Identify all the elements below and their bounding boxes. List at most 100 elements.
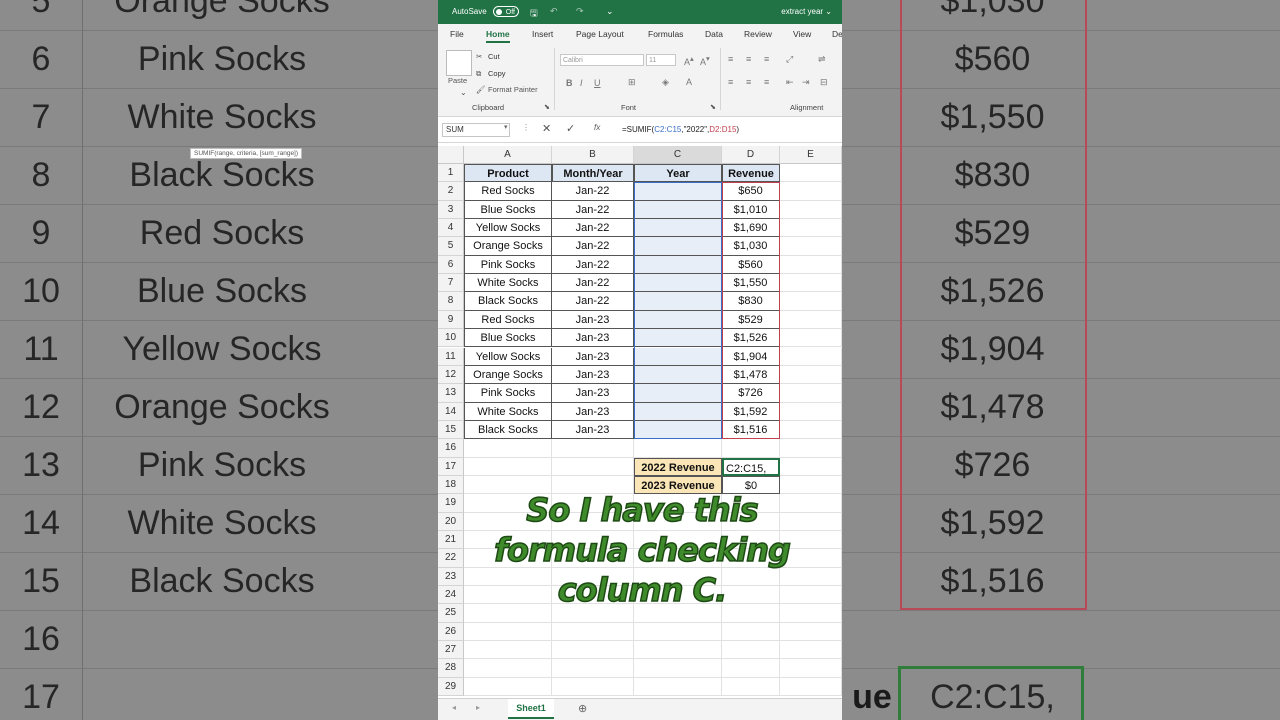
row-header[interactable]: 28: [438, 659, 464, 678]
redo-icon[interactable]: ↷: [576, 6, 584, 17]
month-year-cell[interactable]: Jan-23: [552, 310, 634, 330]
align-top-icon[interactable]: ≡: [728, 54, 733, 64]
clipboard-launcher-icon[interactable]: ⬊: [544, 103, 550, 111]
product-cell[interactable]: Pink Socks: [464, 384, 552, 403]
save-icon[interactable]: 🖫: [530, 6, 538, 22]
product-cell[interactable]: Red Socks: [464, 310, 552, 330]
row-header[interactable]: 14: [438, 402, 464, 421]
row-header[interactable]: 19: [438, 494, 464, 513]
grid-cell[interactable]: [780, 237, 842, 256]
grid-cell[interactable]: [780, 439, 842, 458]
row-header[interactable]: 26: [438, 622, 464, 642]
tab-home[interactable]: Home: [486, 29, 510, 43]
month-year-cell[interactable]: Jan-22: [552, 237, 634, 256]
product-cell[interactable]: Yellow Socks: [464, 347, 552, 366]
year-cell[interactable]: [634, 384, 722, 403]
month-year-cell[interactable]: Jan-23: [552, 384, 634, 403]
row-header[interactable]: 24: [438, 586, 464, 605]
row-header[interactable]: 29: [438, 677, 464, 697]
row-header[interactable]: 20: [438, 512, 464, 531]
revenue-cell[interactable]: $726: [722, 384, 780, 403]
month-year-cell[interactable]: Jan-22: [552, 292, 634, 311]
copy-icon[interactable]: ⧉: [476, 69, 481, 79]
year-cell[interactable]: [634, 347, 722, 366]
font-color-icon[interactable]: A: [686, 77, 692, 87]
format-painter-icon[interactable]: 🖌: [476, 85, 486, 94]
row-header[interactable]: 17: [438, 457, 464, 476]
grid-cell[interactable]: [634, 659, 722, 678]
month-year-cell[interactable]: Jan-23: [552, 329, 634, 348]
row-header[interactable]: 21: [438, 531, 464, 550]
row-header[interactable]: 13: [438, 384, 464, 403]
sheet-tab-sheet1[interactable]: Sheet1: [508, 699, 554, 719]
revenue-cell[interactable]: $1,592: [722, 402, 780, 421]
revenue-cell[interactable]: $1,690: [722, 219, 780, 238]
add-sheet-icon[interactable]: ⊕: [578, 702, 587, 715]
grid-cell[interactable]: [780, 292, 842, 311]
year-cell[interactable]: [634, 365, 722, 385]
product-cell[interactable]: Blue Socks: [464, 329, 552, 348]
tab-formulas[interactable]: Formulas: [648, 29, 683, 39]
revenue-cell[interactable]: $529: [722, 310, 780, 330]
year-cell[interactable]: [634, 274, 722, 293]
revenue-cell[interactable]: $560: [722, 255, 780, 275]
scroll-right-icon[interactable]: ▸: [476, 703, 480, 712]
summary-label[interactable]: 2022 Revenue: [634, 457, 722, 476]
tab-developer[interactable]: De: [832, 29, 842, 39]
grid-cell[interactable]: [552, 659, 634, 678]
font-name-select[interactable]: Calibri: [560, 54, 644, 66]
insert-function-icon[interactable]: fx: [594, 123, 600, 132]
grid-cell[interactable]: [780, 329, 842, 348]
tab-page-layout[interactable]: Page Layout: [576, 29, 624, 39]
revenue-cell[interactable]: $1,550: [722, 274, 780, 293]
row-header[interactable]: 12: [438, 365, 464, 385]
grid-cell[interactable]: [722, 622, 780, 642]
grid-cell[interactable]: [552, 439, 634, 458]
formula-input[interactable]: =SUMIF(C2:C15,"2022",D2:D15): [622, 125, 739, 134]
tab-file[interactable]: File: [450, 29, 464, 39]
merge-center-icon[interactable]: ⊟: [820, 77, 828, 88]
tab-insert[interactable]: Insert: [532, 29, 553, 39]
column-header-c[interactable]: C: [634, 146, 722, 164]
copy-button[interactable]: Copy: [488, 69, 506, 78]
row-header[interactable]: 16: [438, 439, 464, 458]
grid-cell[interactable]: [634, 641, 722, 660]
grid-cell[interactable]: [780, 182, 842, 201]
year-cell[interactable]: [634, 402, 722, 421]
cut-icon[interactable]: ✂: [476, 52, 482, 61]
grid-cell[interactable]: [464, 439, 552, 458]
row-header[interactable]: 11: [438, 347, 464, 366]
grid-cell[interactable]: [780, 420, 842, 440]
month-year-cell[interactable]: Jan-23: [552, 365, 634, 385]
product-cell[interactable]: Blue Socks: [464, 200, 552, 220]
grid-cell[interactable]: [780, 622, 842, 642]
grid-cell[interactable]: [722, 659, 780, 678]
cut-button[interactable]: Cut: [488, 52, 500, 61]
paste-button[interactable]: Paste: [448, 76, 467, 85]
year-cell[interactable]: [634, 329, 722, 348]
month-year-cell[interactable]: Jan-23: [552, 402, 634, 421]
align-left-icon[interactable]: ≡: [728, 77, 733, 87]
year-cell[interactable]: [634, 292, 722, 311]
header-cell[interactable]: Revenue: [722, 164, 780, 183]
grid-cell[interactable]: [722, 641, 780, 660]
year-cell[interactable]: [634, 237, 722, 256]
active-formula-cell[interactable]: C2:C15,: [722, 457, 780, 476]
grid-cell[interactable]: [780, 384, 842, 403]
tab-data[interactable]: Data: [705, 29, 723, 39]
product-cell[interactable]: White Socks: [464, 274, 552, 293]
align-center-icon[interactable]: ≡: [746, 77, 751, 87]
column-header-a[interactable]: A: [464, 146, 552, 164]
format-painter-button[interactable]: Format Painter: [488, 85, 538, 94]
grid-cell[interactable]: [464, 641, 552, 660]
grid-cell[interactable]: [780, 641, 842, 660]
header-cell[interactable]: Year: [634, 164, 722, 183]
year-cell[interactable]: [634, 219, 722, 238]
select-all-corner[interactable]: [438, 146, 464, 164]
row-header[interactable]: 10: [438, 329, 464, 348]
borders-icon[interactable]: ⊞: [628, 77, 636, 88]
row-header[interactable]: 5: [438, 237, 464, 256]
grid-cell[interactable]: [464, 622, 552, 642]
row-header[interactable]: 8: [438, 292, 464, 311]
month-year-cell[interactable]: Jan-22: [552, 200, 634, 220]
